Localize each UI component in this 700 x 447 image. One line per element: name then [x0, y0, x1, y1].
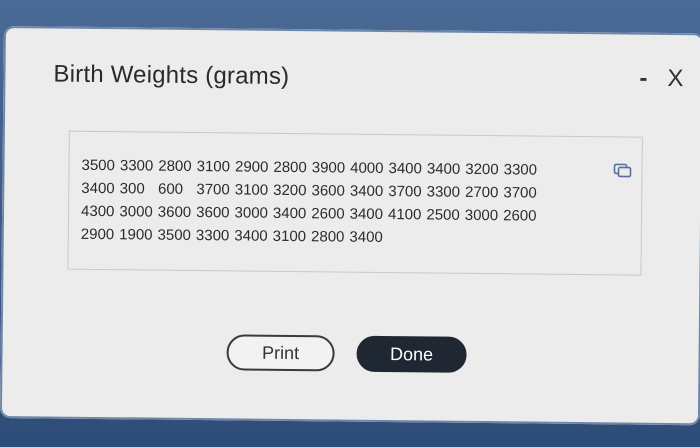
data-cell: 3700 — [388, 183, 422, 201]
data-cell: 3100 — [272, 227, 307, 246]
data-cell: 3100 — [234, 181, 269, 199]
data-row: 2900 1900 3500 3300 3400 3100 2800 3400 — [81, 224, 542, 252]
data-cell: 3300 — [195, 227, 230, 245]
data-cell: 3700 — [196, 181, 230, 199]
data-cell — [503, 228, 542, 251]
data-cell: 1900 — [119, 226, 153, 244]
data-cell: 3000 — [464, 206, 499, 225]
data-cell: 300 — [119, 180, 145, 198]
data-cell: 3500 — [157, 226, 192, 244]
data-cell: 3400 — [272, 204, 307, 223]
data-cell: 3400 — [388, 160, 422, 178]
data-cell — [426, 227, 465, 250]
data-cell: 3900 — [311, 159, 346, 177]
close-button[interactable]: X — [667, 65, 683, 92]
data-cell: 3600 — [311, 182, 346, 200]
data-cell: 3400 — [349, 228, 383, 246]
data-cell: 3400 — [81, 179, 115, 198]
data-table: 3500 3300 2800 3100 2900 2800 3900 4000 3400 3400… — [81, 155, 542, 252]
data-cell: 3600 — [157, 203, 192, 221]
data-cell — [464, 228, 503, 251]
data-cell: 3300 — [426, 183, 461, 201]
data-cell: 2800 — [158, 157, 192, 175]
print-button[interactable]: Print — [226, 334, 335, 372]
data-cell: 2600 — [503, 207, 537, 225]
copy-icon[interactable] — [613, 163, 632, 178]
minimize-button[interactable]: - — [639, 65, 647, 92]
data-cell: 3500 — [81, 156, 116, 175]
data-cell: 2600 — [311, 205, 345, 223]
data-cell: 3700 — [503, 184, 537, 202]
data-cell: 2900 — [234, 158, 269, 176]
data-cell: 3400 — [234, 227, 268, 245]
data-cell: 600 — [157, 180, 184, 198]
data-cell: 3400 — [349, 182, 384, 200]
data-cell: 3400 — [426, 160, 461, 178]
data-box: 3500 3300 2800 3100 2900 2800 3900 4000 3400 3400… — [67, 130, 643, 276]
data-cell: 3200 — [465, 160, 499, 179]
dialog-title: Birth Weights (grams) — [53, 60, 290, 90]
data-cell: 3100 — [196, 158, 231, 176]
dialog: Birth Weights (grams) - X 3500 3300 2800 31… — [0, 26, 700, 426]
data-cell: 2800 — [273, 158, 307, 177]
done-button[interactable]: Done — [356, 335, 467, 373]
data-cell: 3000 — [119, 203, 153, 221]
data-cell: 2700 — [464, 183, 499, 202]
data-cell: 4300 — [80, 202, 115, 221]
data-cell: 2800 — [310, 228, 345, 246]
data-cell: 4000 — [350, 159, 384, 177]
data-cell: 3600 — [196, 204, 230, 222]
data-cell: 3200 — [273, 181, 307, 200]
data-cell: 3300 — [119, 157, 154, 175]
data-cell: 3000 — [234, 204, 269, 222]
data-cell — [388, 227, 427, 250]
data-cell: 3300 — [503, 161, 538, 179]
data-cell: 2900 — [80, 225, 115, 244]
data-cell: 4100 — [387, 206, 422, 224]
data-cell: 3400 — [349, 205, 384, 223]
data-cell: 2500 — [426, 206, 460, 224]
